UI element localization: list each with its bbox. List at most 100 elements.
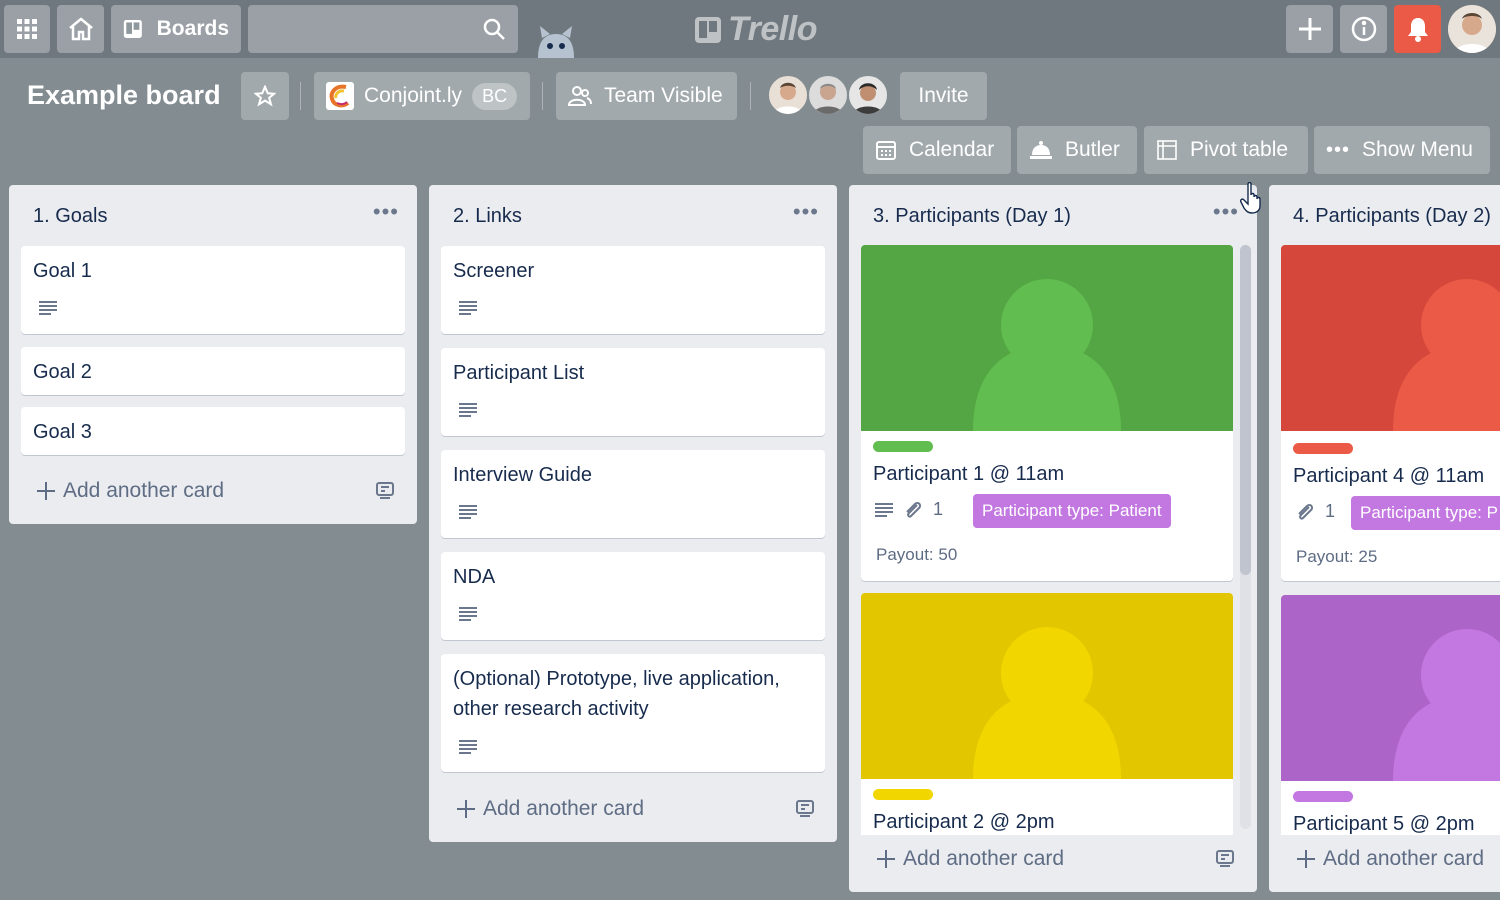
add-card-button[interactable]: Add another card bbox=[457, 797, 644, 821]
info-icon bbox=[1351, 16, 1376, 42]
search-icon bbox=[483, 18, 505, 40]
show-menu-button[interactable]: ••• Show Menu bbox=[1314, 126, 1490, 174]
create-button[interactable] bbox=[1286, 5, 1333, 53]
card-title: Screener bbox=[453, 260, 535, 282]
visibility-button[interactable]: Team Visible bbox=[556, 72, 737, 120]
card[interactable]: Participant 4 @ 11am 1 Participant type:… bbox=[1281, 245, 1500, 581]
workspace-badge: BC bbox=[472, 82, 518, 110]
card-template-icon[interactable] bbox=[375, 481, 395, 499]
card[interactable]: (Optional) Prototype, live application, … bbox=[441, 654, 825, 772]
card[interactable]: NDA bbox=[441, 552, 825, 640]
member-avatar[interactable] bbox=[767, 74, 809, 116]
card[interactable]: Participant 5 @ 2pm bbox=[1281, 595, 1500, 835]
add-card-label: Add another card bbox=[483, 797, 645, 820]
card[interactable]: Participant 1 @ 11am 1 Participant type:… bbox=[861, 245, 1233, 581]
star-icon bbox=[254, 85, 276, 107]
member-avatar[interactable] bbox=[807, 74, 849, 116]
card[interactable]: Participant List bbox=[441, 348, 825, 436]
list-menu-icon[interactable]: ••• bbox=[793, 199, 819, 225]
card-template-icon[interactable] bbox=[1215, 849, 1235, 867]
card[interactable]: Interview Guide bbox=[441, 450, 825, 538]
apps-grid-button[interactable] bbox=[4, 5, 50, 53]
list-cards-scroll[interactable]: Participant 4 @ 11am 1 Participant type:… bbox=[1269, 239, 1500, 835]
list-cards-scroll[interactable]: Participant 1 @ 11am 1 Participant type:… bbox=[849, 239, 1257, 835]
notifications-button[interactable] bbox=[1394, 5, 1441, 53]
plus-icon bbox=[457, 800, 475, 818]
list-title[interactable]: 3. Participants (Day 1) bbox=[873, 205, 1071, 228]
butler-button[interactable]: Butler bbox=[1017, 126, 1137, 174]
add-card-button[interactable]: Add another card bbox=[877, 847, 1064, 871]
list-scrollbar-thumb[interactable] bbox=[1240, 245, 1251, 575]
card[interactable]: Goal 3 bbox=[21, 407, 405, 455]
card-title: Participant List bbox=[453, 362, 585, 384]
pivot-table-label: Pivot table bbox=[1190, 138, 1289, 161]
card-title: Participant 1 @ 11am bbox=[873, 463, 1065, 485]
card-badges: 1 bbox=[1295, 501, 1335, 522]
home-button[interactable] bbox=[57, 5, 104, 53]
calendar-button[interactable]: Calendar bbox=[863, 126, 1011, 174]
attachment-icon bbox=[906, 501, 922, 518]
boards-label: Boards bbox=[156, 17, 229, 40]
list-title[interactable]: 1. Goals bbox=[33, 205, 107, 228]
add-card-button[interactable]: Add another card bbox=[37, 479, 224, 503]
attachment-icon bbox=[1298, 503, 1314, 520]
list-menu-icon[interactable]: ••• bbox=[1213, 199, 1239, 225]
list-title[interactable]: 2. Links bbox=[453, 205, 522, 228]
workspace-button[interactable]: Conjoint.ly BC bbox=[314, 72, 530, 120]
list-goals[interactable]: 1. Goals ••• Goal 1 Goal 2 Goal 3 Add an… bbox=[9, 185, 417, 524]
plus-icon bbox=[877, 850, 895, 868]
star-button[interactable] bbox=[241, 72, 289, 120]
visibility-label: Team Visible bbox=[604, 84, 723, 107]
card-title: Interview Guide bbox=[453, 464, 592, 486]
taco-mascot-icon bbox=[538, 26, 574, 58]
description-icon bbox=[39, 301, 57, 315]
card-title: NDA bbox=[453, 566, 496, 588]
board-title[interactable]: Example board bbox=[27, 80, 221, 111]
description-icon bbox=[459, 403, 477, 417]
list-participants-day1[interactable]: 3. Participants (Day 1) ••• Participant … bbox=[849, 185, 1257, 892]
card-title: Participant 5 @ 2pm bbox=[1293, 813, 1475, 835]
butler-bell-icon bbox=[1030, 141, 1052, 159]
add-card-button[interactable]: Add another card bbox=[1297, 847, 1484, 871]
green-label bbox=[873, 441, 933, 452]
card[interactable]: Goal 2 bbox=[21, 347, 405, 395]
invite-button[interactable]: Invite bbox=[900, 72, 987, 120]
add-card-label: Add another card bbox=[1323, 847, 1485, 870]
user-avatar[interactable] bbox=[1448, 5, 1496, 53]
header-divider bbox=[750, 82, 751, 110]
list-links[interactable]: 2. Links ••• Screener Participant List I… bbox=[429, 185, 837, 842]
card-template-icon[interactable] bbox=[795, 799, 815, 817]
custom-field-badge: Participant type: Patient bbox=[973, 494, 1171, 528]
description-icon bbox=[875, 502, 893, 517]
more-icon: ••• bbox=[1326, 139, 1351, 161]
home-icon bbox=[68, 17, 93, 41]
info-button[interactable] bbox=[1340, 5, 1387, 53]
list-scrollbar[interactable] bbox=[1240, 245, 1251, 829]
boards-button[interactable]: Boards bbox=[111, 5, 241, 53]
card[interactable]: Screener bbox=[441, 246, 825, 334]
description-icon bbox=[459, 301, 477, 315]
list-menu-icon[interactable]: ••• bbox=[373, 199, 399, 225]
butler-label: Butler bbox=[1065, 138, 1120, 161]
description-icon bbox=[459, 607, 477, 621]
conjointly-logo-icon bbox=[326, 82, 354, 110]
card[interactable]: Participant 2 @ 2pm bbox=[861, 593, 1233, 835]
pivot-table-button[interactable]: Pivot table bbox=[1144, 126, 1308, 174]
participant-cover-image bbox=[1281, 595, 1500, 781]
custom-field-badge: Participant type: P bbox=[1351, 496, 1500, 530]
card-title: Goal 2 bbox=[33, 361, 92, 383]
header-divider bbox=[300, 82, 301, 110]
search-input[interactable] bbox=[248, 5, 518, 53]
add-card-label: Add another card bbox=[903, 847, 1065, 870]
boards-icon bbox=[123, 19, 142, 39]
card[interactable]: Goal 1 bbox=[21, 246, 405, 334]
top-header: Boards Trello bbox=[0, 0, 1500, 58]
payout-field: Payout: 25 bbox=[1296, 547, 1378, 566]
member-avatar[interactable] bbox=[847, 74, 889, 116]
card-title: Participant 4 @ 11am bbox=[1293, 465, 1485, 487]
trello-logo[interactable]: Trello bbox=[694, 10, 817, 49]
card-title: Participant 2 @ 2pm bbox=[873, 811, 1055, 833]
list-participants-day2[interactable]: 4. Participants (Day 2) Participant 4 @ … bbox=[1269, 185, 1500, 892]
list-title[interactable]: 4. Participants (Day 2) bbox=[1293, 205, 1491, 228]
card-title: Goal 1 bbox=[33, 260, 92, 282]
